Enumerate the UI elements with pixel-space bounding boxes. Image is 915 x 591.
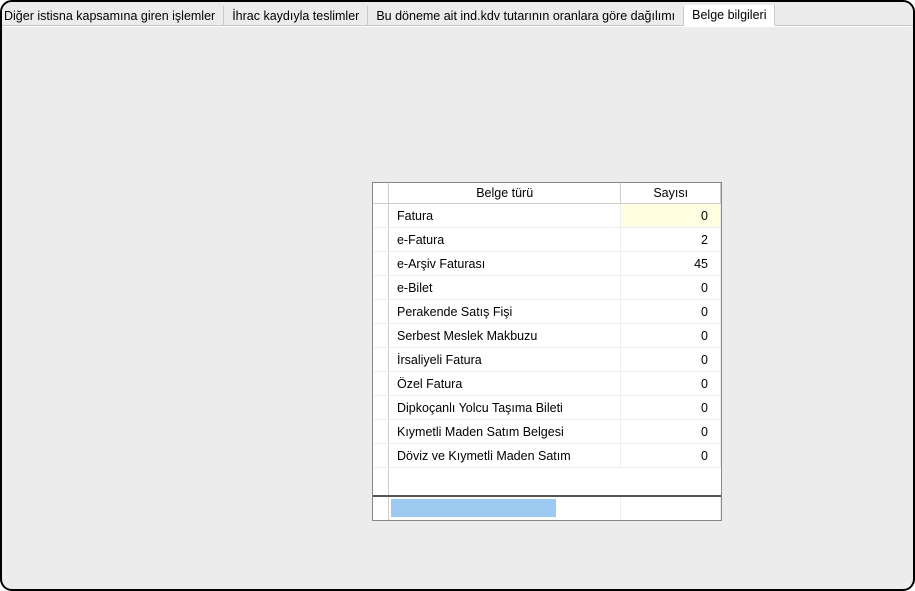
row-selector[interactable] bbox=[373, 348, 388, 372]
cell-document-count[interactable]: 0 bbox=[621, 420, 721, 444]
tab-document-info[interactable]: Belge bilgileri bbox=[684, 5, 775, 26]
cell-document-count[interactable]: 0 bbox=[621, 300, 721, 324]
cell-document-count[interactable]: 2 bbox=[621, 228, 721, 252]
row-selector[interactable] bbox=[373, 300, 388, 324]
tabbar: Diğer istisna kapsamına giren işlemler İ… bbox=[2, 2, 913, 26]
tab-export-registered[interactable]: İhrac kaydıyla teslimler bbox=[224, 6, 368, 26]
row-selector[interactable] bbox=[373, 396, 388, 420]
cell-document-count[interactable]: 0 bbox=[621, 372, 721, 396]
table-footer-row bbox=[373, 496, 721, 520]
table-row[interactable]: Kıymetli Maden Satım Belgesi0 bbox=[373, 420, 721, 444]
cell-document-count[interactable]: 0 bbox=[621, 396, 721, 420]
cell-document-type[interactable]: Döviz ve Kıymetli Maden Satım bbox=[388, 444, 620, 468]
column-header-type[interactable]: Belge türü bbox=[388, 183, 620, 204]
row-selector[interactable] bbox=[373, 324, 388, 348]
row-selector[interactable] bbox=[373, 228, 388, 252]
cell-document-type[interactable]: Fatura bbox=[388, 204, 620, 228]
table-row[interactable]: Perakende Satış Fişi0 bbox=[373, 300, 721, 324]
tab-content: Belge türü Sayısı Fatura0e-Fatura2e-Arşi… bbox=[4, 26, 911, 587]
cell-document-count[interactable]: 0 bbox=[621, 444, 721, 468]
row-selector-header bbox=[373, 183, 388, 204]
cell-document-type[interactable]: e-Bilet bbox=[388, 276, 620, 300]
cell-document-type[interactable]: Kıymetli Maden Satım Belgesi bbox=[388, 420, 620, 444]
footer-selection[interactable] bbox=[391, 499, 556, 517]
table-row[interactable]: e-Bilet0 bbox=[373, 276, 721, 300]
table-row[interactable]: Dipkoçanlı Yolcu Taşıma Bileti0 bbox=[373, 396, 721, 420]
table-header-row: Belge türü Sayısı bbox=[373, 183, 721, 204]
table-row[interactable]: Serbest Meslek Makbuzu0 bbox=[373, 324, 721, 348]
table-row[interactable]: e-Arşiv Faturası45 bbox=[373, 252, 721, 276]
cell-document-count[interactable]: 0 bbox=[621, 276, 721, 300]
table-spacer bbox=[373, 468, 721, 496]
table-row[interactable]: İrsaliyeli Fatura0 bbox=[373, 348, 721, 372]
cell-document-count[interactable]: 0 bbox=[621, 324, 721, 348]
row-selector[interactable] bbox=[373, 420, 388, 444]
row-selector[interactable] bbox=[373, 276, 388, 300]
cell-document-type[interactable]: Serbest Meslek Makbuzu bbox=[388, 324, 620, 348]
table-row[interactable]: e-Fatura2 bbox=[373, 228, 721, 252]
table-row[interactable]: Özel Fatura0 bbox=[373, 372, 721, 396]
column-header-count[interactable]: Sayısı bbox=[621, 183, 721, 204]
cell-document-type[interactable]: Özel Fatura bbox=[388, 372, 620, 396]
cell-document-count[interactable]: 0 bbox=[621, 348, 721, 372]
row-selector[interactable] bbox=[373, 444, 388, 468]
table-row[interactable]: Döviz ve Kıymetli Maden Satım0 bbox=[373, 444, 721, 468]
app-window: Diğer istisna kapsamına giren işlemler İ… bbox=[0, 0, 915, 591]
tab-deductible-vat-distribution[interactable]: Bu döneme ait ind.kdv tutarının oranlara… bbox=[368, 6, 684, 26]
row-selector[interactable] bbox=[373, 204, 388, 228]
table-row[interactable]: Fatura0 bbox=[373, 204, 721, 228]
document-table: Belge türü Sayısı Fatura0e-Fatura2e-Arşi… bbox=[372, 182, 722, 521]
row-selector[interactable] bbox=[373, 372, 388, 396]
cell-document-count[interactable]: 45 bbox=[621, 252, 721, 276]
tab-other-exemptions[interactable]: Diğer istisna kapsamına giren işlemler bbox=[2, 6, 224, 26]
cell-document-type[interactable]: İrsaliyeli Fatura bbox=[388, 348, 620, 372]
cell-document-type[interactable]: e-Arşiv Faturası bbox=[388, 252, 620, 276]
cell-document-count[interactable]: 0 bbox=[621, 204, 721, 228]
cell-document-type[interactable]: e-Fatura bbox=[388, 228, 620, 252]
row-selector[interactable] bbox=[373, 252, 388, 276]
cell-document-type[interactable]: Dipkoçanlı Yolcu Taşıma Bileti bbox=[388, 396, 620, 420]
cell-document-type[interactable]: Perakende Satış Fişi bbox=[388, 300, 620, 324]
